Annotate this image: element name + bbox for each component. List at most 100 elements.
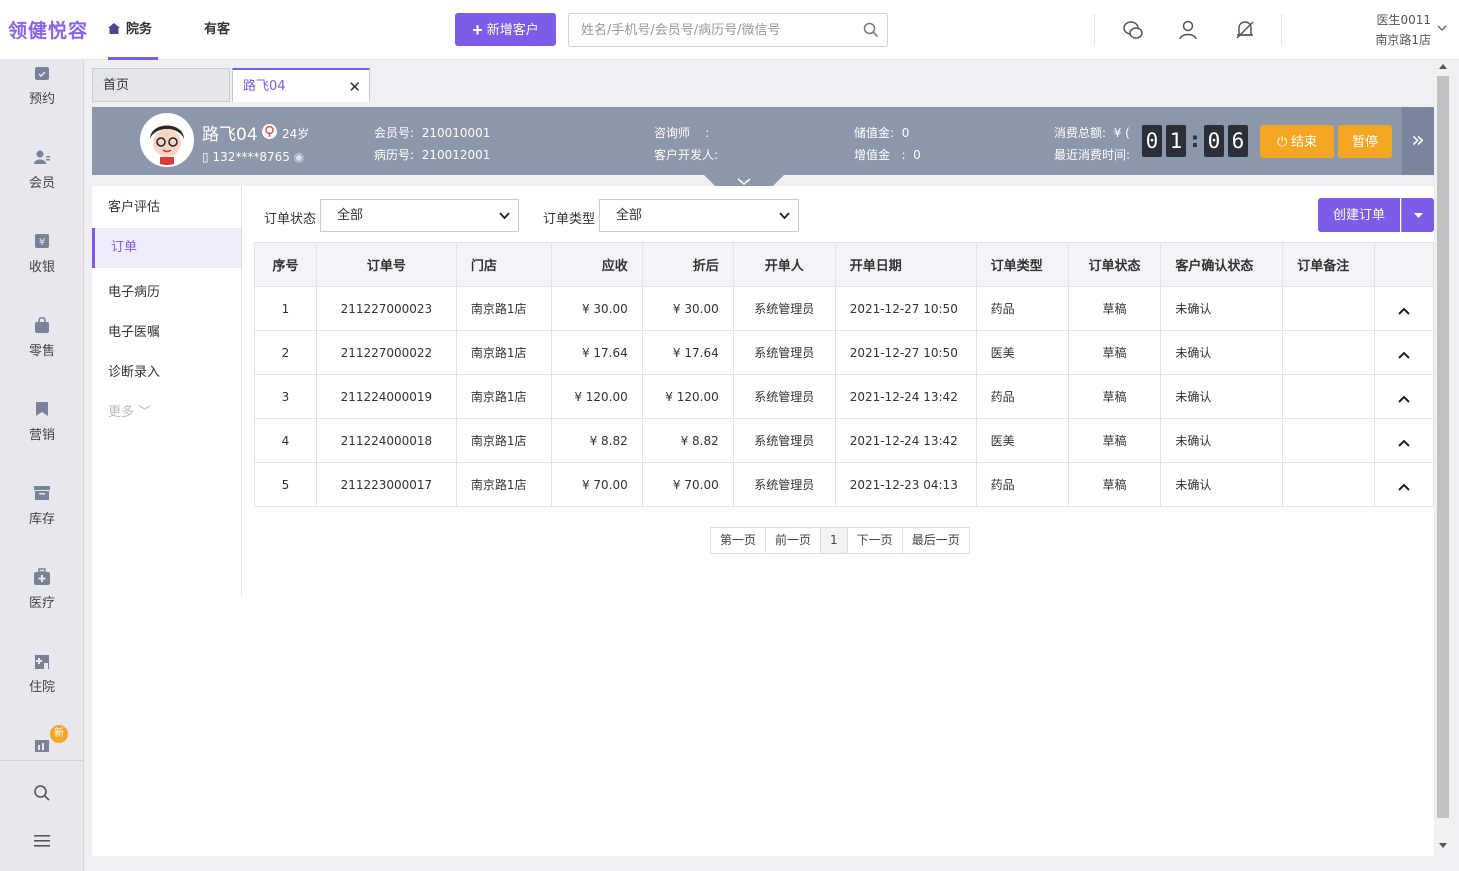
table-row[interactable]: 4 211224000018 南京路1店 ¥ 8.82 ¥ 8.82 系统管理员 2021-… [254,418,1434,463]
next-page-button[interactable]: 下一页 [847,528,903,553]
customer-age: 24岁 [282,127,310,141]
table-row[interactable]: 2 211227000022 南京路1店 ¥ 17.64 ¥ 17.64 系统管理员 202… [254,330,1434,375]
order-number-link[interactable]: 211224000018 [316,418,457,463]
table-cell [1282,286,1375,331]
sidebar-item-cashier[interactable]: ¥ 收银 [0,232,84,275]
notification-bell-icon[interactable] [1233,18,1257,42]
menu-item-assessment[interactable]: 客户评估 [92,188,241,228]
order-number-link[interactable]: 211223000017 [316,462,457,507]
table-cell: 药品 [976,374,1069,419]
table-cell: ¥ 17.64 [642,330,734,375]
last-page-button[interactable]: 最后一页 [902,528,969,553]
table-cell: 4 [254,418,317,463]
chevron-up-icon[interactable] [1398,395,1410,403]
add-customer-button[interactable]: + 新增客户 [455,13,556,46]
table-row[interactable]: 1 211227000023 南京路1店 ¥ 30.00 ¥ 30.00 系统管理员 202… [254,286,1434,331]
box-icon [34,486,50,500]
menu-item-orders-medical[interactable]: 电子医嘱 [92,313,241,353]
tab-customer[interactable]: 路飞04 ✕ [232,68,370,102]
chevron-down-icon: ﹀ [138,405,152,420]
first-page-button[interactable]: 第一页 [711,528,767,553]
order-number-link[interactable]: 211227000022 [316,330,457,375]
wechat-icon[interactable] [1121,18,1145,42]
order-number-link[interactable]: 211227000023 [316,286,457,331]
avatar [140,113,194,167]
pause-visit-button[interactable]: 暂停 [1338,125,1392,158]
order-type-select[interactable]: 全部 [599,199,799,232]
sidebar-item-marketing[interactable]: 营销 [0,400,84,443]
current-page[interactable]: 1 [821,528,848,553]
table-cell: 2021-12-27 10:50 [835,330,977,375]
sidebar-item-new[interactable] [0,736,84,760]
user-info[interactable]: 医生0011 南京路1店 [1375,10,1431,50]
sidebar-item-medical[interactable]: 医疗 [0,568,84,611]
sidebar-item-inventory[interactable]: 库存 [0,484,84,527]
nav-tab-youke[interactable]: 有客 [204,0,230,60]
table-row[interactable]: 5 211223000017 南京路1店 ¥ 70.00 ¥ 70.00 系统管理员 202… [254,462,1434,507]
order-status-select[interactable]: 全部 [320,199,519,232]
bag-icon [35,316,49,333]
table-cell: 草稿 [1068,286,1162,331]
row-action-cell [1374,462,1434,507]
sidebar-item-retail[interactable]: 零售 [0,316,84,359]
sidebar-item-inpatient[interactable]: 住院 [0,652,84,695]
sidebar-item-appointment[interactable]: 预约 [0,64,84,107]
phone-icon: ▯ [202,150,209,164]
stored-value: 储值金: 0 [854,126,910,140]
search-icon[interactable] [863,22,879,38]
order-number-link[interactable]: 211224000019 [316,374,457,419]
eye-icon[interactable]: ◉ [294,150,304,164]
chevron-up-icon[interactable] [1398,351,1410,359]
search-icon[interactable] [33,784,51,802]
chevron-up-icon[interactable] [1398,483,1410,491]
chevron-down-icon[interactable] [1437,24,1447,32]
table-cell: 药品 [976,286,1069,331]
table-cell: ¥ 70.00 [551,462,643,507]
create-order-dropdown[interactable] [1401,198,1434,232]
table-cell: 医美 [976,330,1069,375]
table-cell: 草稿 [1068,418,1162,463]
divider [1281,14,1282,46]
app-logo[interactable]: 领健悦容 [8,16,88,43]
top-bar: 领健悦容 院务 有客 +新增客户 医生0011 南京路1店 [0,0,1459,60]
scrollbar-thumb[interactable] [1437,76,1449,818]
tab-home[interactable]: 首页 [92,68,230,102]
menu-item-more[interactable]: 更多 ﹀ [92,393,241,433]
caret-down-icon [1414,213,1423,218]
menu-item-emr[interactable]: 电子病历 [92,273,241,313]
order-status-label: 订单状态 [264,212,317,227]
row-action-cell [1374,286,1434,331]
search-input[interactable] [569,14,849,46]
table-cell: 2021-12-24 13:42 [835,418,977,463]
column-header: 订单状态 [1068,242,1162,287]
chevron-up-icon[interactable] [1398,439,1410,447]
table-cell: 未确认 [1160,330,1284,375]
menu-item-orders[interactable]: 订单 [92,228,241,268]
menu-item-diagnosis[interactable]: 诊断录入 [92,353,241,393]
nav-tab-yuanwu[interactable]: 院务 [108,0,158,60]
table-cell: 2021-12-27 10:50 [835,286,977,331]
column-header: 订单类型 [976,242,1069,287]
bookmark-icon [36,402,48,416]
table-cell [1282,374,1375,419]
table-cell: 南京路1店 [456,374,552,419]
chevron-up-icon[interactable] [1398,307,1410,315]
expand-right-icon[interactable]: » [1402,107,1434,175]
table-row[interactable]: 3 211224000019 南京路1店 ¥ 120.00 ¥ 120.00 系统管理员 2… [254,374,1434,419]
sidebar-item-member[interactable]: 会员 [0,148,84,191]
consultant: 咨询师 : [654,126,710,140]
end-visit-button[interactable]: ⏻ 结束 [1260,125,1334,158]
create-order-button[interactable]: 创建订单 [1318,198,1400,232]
customer-search [568,13,888,47]
scroll-down-icon[interactable] [1439,843,1447,848]
new-badge: 新 [50,725,68,743]
column-header: 门店 [456,242,552,287]
menu-icon[interactable] [33,832,51,850]
table-cell: 草稿 [1068,330,1162,375]
close-icon[interactable]: ✕ [348,70,361,104]
column-header: 折后 [642,242,734,287]
scroll-up-icon[interactable] [1439,64,1447,69]
user-icon[interactable] [1177,18,1201,42]
prev-page-button[interactable]: 前一页 [766,528,822,553]
order-type-label: 订单类型 [543,212,596,227]
